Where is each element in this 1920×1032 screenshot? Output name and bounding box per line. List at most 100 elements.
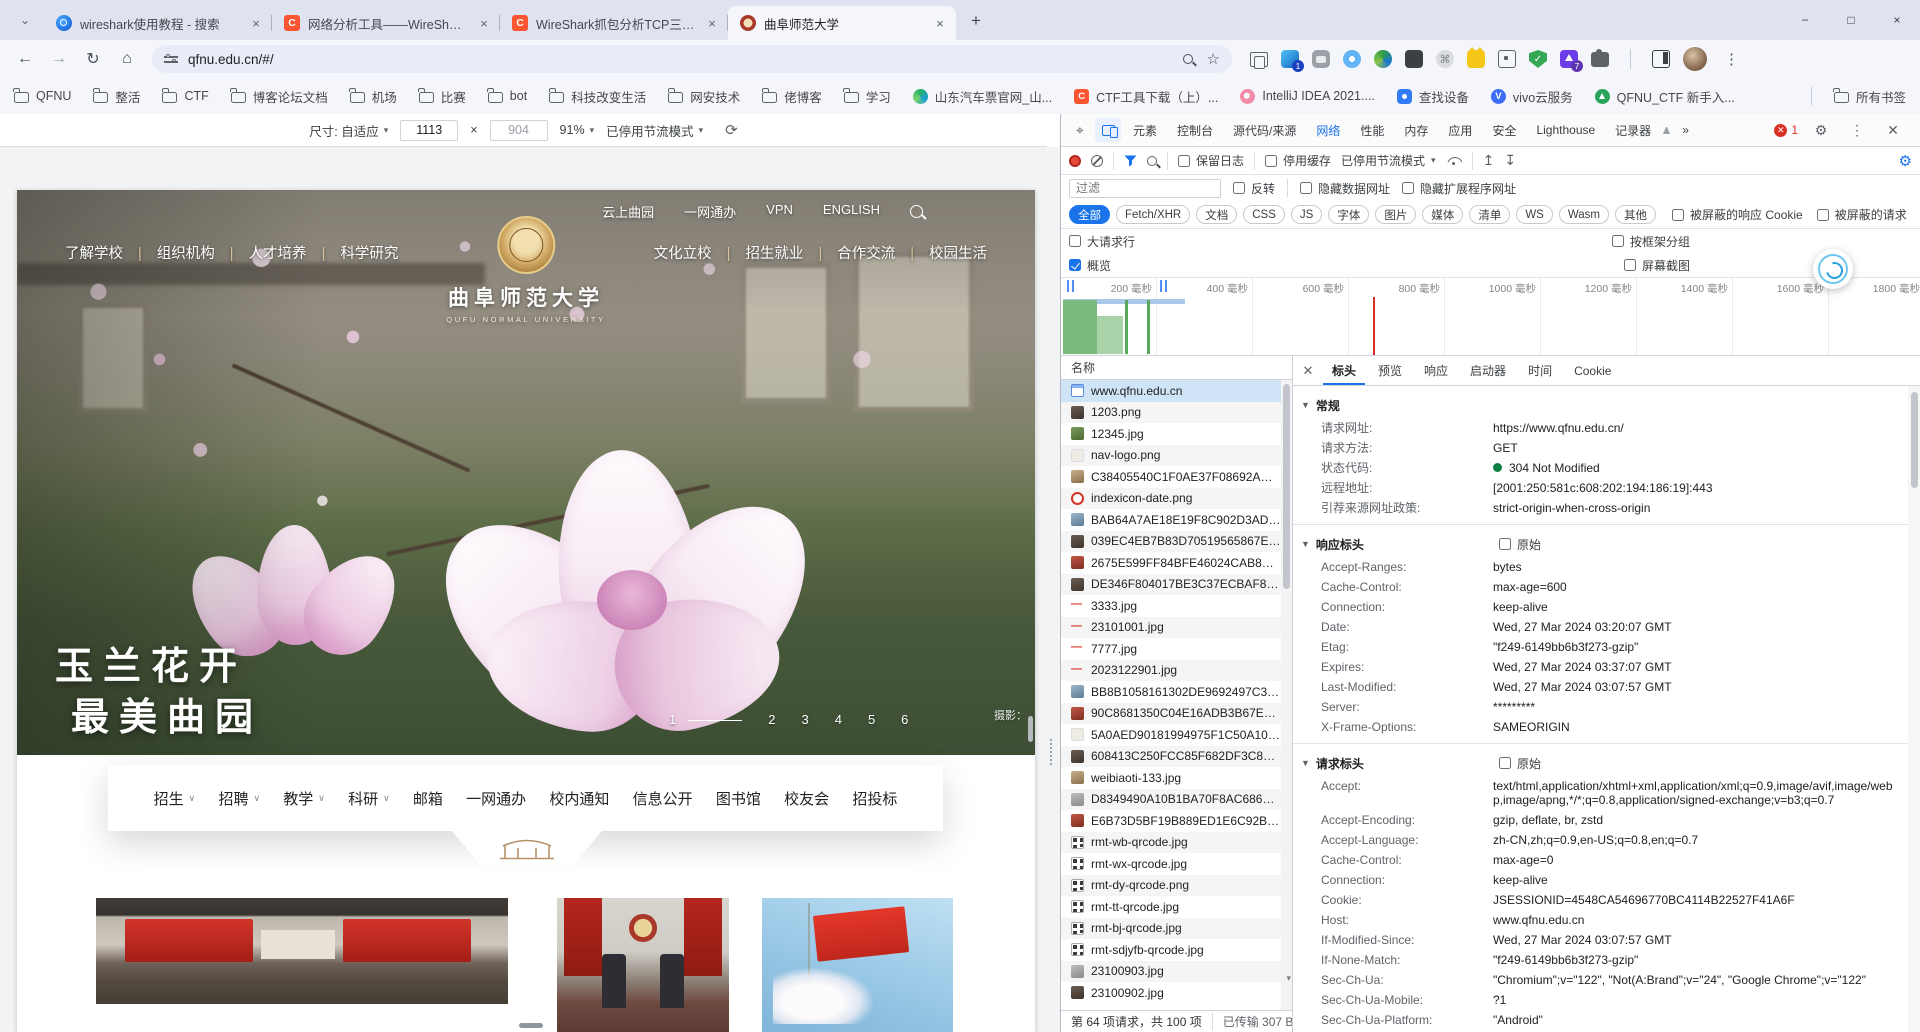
viewport-height-input[interactable]	[490, 120, 548, 141]
bookmark-item[interactable]: V vivo云服务	[1491, 87, 1573, 106]
table-row[interactable]: weibiaoti-133.jpg	[1061, 767, 1281, 789]
network-settings-gear-icon[interactable]: ⚙	[1899, 152, 1912, 170]
url-text[interactable]: qfnu.edu.cn/#/	[188, 52, 1173, 67]
request-type-chip[interactable]: Fetch/XHR	[1116, 205, 1190, 224]
site-menu-item[interactable]: 校内通知 ∨	[549, 788, 609, 809]
table-row[interactable]: BB8B1058161302DE9692497C381_...	[1061, 681, 1281, 703]
table-row[interactable]: rmt-sdjyfb-qrcode.jpg	[1061, 939, 1281, 961]
all-bookmarks-button[interactable]: 所有书签	[1834, 87, 1906, 106]
request-list-header[interactable]: 名称	[1061, 356, 1292, 380]
bookmark-item[interactable]: IntelliJ IDEA 2021....	[1240, 89, 1375, 104]
bookmark-item[interactable]: 科技改变生活	[549, 87, 646, 106]
blocked-filter-checkbox[interactable]: 被屏蔽的响应 Cookie	[1672, 206, 1803, 223]
detail-tab[interactable]: 响应	[1415, 356, 1457, 385]
table-row[interactable]: rmt-bj-qrcode.jpg	[1061, 918, 1281, 940]
nav-link[interactable]: 文化立校	[654, 242, 712, 263]
request-type-chip[interactable]: 媒体	[1422, 205, 1463, 224]
pagination-dot[interactable]: 1	[669, 712, 742, 727]
viewport-width-input[interactable]	[400, 120, 458, 141]
reload-button[interactable]: ↻	[78, 44, 108, 74]
network-conditions-icon[interactable]	[1446, 156, 1462, 166]
table-row[interactable]: C38405540C1F0AE37F08692ACCB_...	[1061, 466, 1281, 488]
devtools-settings-icon[interactable]: ⚙	[1808, 118, 1834, 142]
pagination-dot[interactable]: 5	[868, 712, 875, 727]
error-badge[interactable]: ✕ 1	[1774, 123, 1798, 137]
page-vertical-scrollbar[interactable]	[1028, 716, 1033, 742]
raw-toggle-checkbox[interactable]: 原始	[1499, 536, 1541, 553]
omnibox[interactable]: qfnu.edu.cn/#/ ☆	[152, 45, 1232, 73]
rotate-device-icon[interactable]: ⟳	[725, 121, 738, 139]
devtools-tab[interactable]: 内存	[1394, 114, 1438, 146]
bookmark-item[interactable]: QFNU	[14, 89, 71, 103]
scrollbar-thumb[interactable]	[1911, 392, 1918, 488]
page-horizontal-scrollbar[interactable]	[519, 1023, 543, 1028]
table-row[interactable]: 90C8681350C04E16ADB3B67E752_...	[1061, 703, 1281, 725]
adguard-shield-icon[interactable]: ✓	[1529, 50, 1547, 68]
import-har-icon[interactable]: ↥	[1483, 152, 1495, 169]
group-by-frame-checkbox[interactable]: 按框架分组	[1612, 233, 1690, 250]
university-logo[interactable]: 曲阜师范大学 QUFU NORMAL UNIVERSITY	[446, 216, 605, 324]
request-type-chip[interactable]: 文档	[1196, 205, 1237, 224]
devtools-tab[interactable]: 应用	[1438, 114, 1482, 146]
site-menu-item[interactable]: 信息公开 ∨	[633, 788, 693, 809]
screenshot-extension-icon[interactable]	[1498, 50, 1516, 68]
request-type-chip[interactable]: 字体	[1328, 205, 1369, 224]
browser-tab[interactable]: C WireShark抓包分析TCP三次握 ×	[500, 6, 728, 40]
tab-close-icon[interactable]: ×	[476, 15, 492, 31]
quick-link[interactable]: 一网通办	[684, 202, 736, 221]
command-extension-icon[interactable]: ⌘	[1436, 50, 1454, 68]
devtools-tab[interactable]: 记录器	[1605, 114, 1661, 146]
table-row[interactable]: rmt-wb-qrcode.jpg	[1061, 832, 1281, 854]
site-menu-item[interactable]: 邮箱 ∨	[413, 788, 443, 809]
request-type-chip[interactable]: CSS	[1243, 205, 1285, 224]
request-type-chip[interactable]: 图片	[1375, 205, 1416, 224]
request-type-chip[interactable]: 其他	[1615, 205, 1656, 224]
news-photo-conference[interactable]	[96, 898, 508, 1004]
network-search-icon[interactable]	[1147, 156, 1157, 166]
table-row[interactable]: indexicon-date.png	[1061, 488, 1281, 510]
network-overview-timeline[interactable]: 200 毫秒400 毫秒600 毫秒800 毫秒1000 毫秒1200 毫秒14…	[1061, 278, 1920, 356]
device-size-dropdown[interactable]: 尺寸: 自适应 ▾	[309, 121, 388, 140]
site-menu-item[interactable]: 图书馆 ∨	[716, 788, 761, 809]
table-row[interactable]: www.qfnu.edu.cn	[1061, 380, 1281, 402]
table-row[interactable]: 5A0AED90181994975F1C50A1027_...	[1061, 724, 1281, 746]
profile-avatar[interactable]	[1683, 47, 1707, 71]
clear-network-log-icon[interactable]	[1091, 155, 1103, 167]
request-type-chip[interactable]: JS	[1291, 205, 1322, 224]
hide-extension-urls-checkbox[interactable]: 隐藏扩展程序网址	[1402, 180, 1516, 197]
devtools-tab[interactable]: 网络	[1306, 114, 1350, 146]
browser-tab[interactable]: 曲阜师范大学 ×	[728, 6, 956, 40]
table-row[interactable]: D8349490A10B1BA70F8AC686FF2_...	[1061, 789, 1281, 811]
table-row[interactable]: 7777.jpg	[1061, 638, 1281, 660]
nav-link[interactable]: 合作交流	[803, 242, 895, 263]
pagination-dot[interactable]: 6	[901, 712, 908, 727]
nav-link[interactable]: 招生就业	[712, 242, 804, 263]
request-type-chip[interactable]: 全部	[1069, 205, 1110, 224]
floating-assistant-widget[interactable]	[1813, 249, 1853, 289]
table-row[interactable]: 2023122901.jpg	[1061, 660, 1281, 682]
site-menu-item[interactable]: 招投标 ∨	[852, 788, 897, 809]
devtools-tab[interactable]: Lighthouse	[1526, 114, 1605, 146]
blocked-filter-checkbox[interactable]: 被屏蔽的请求	[1817, 206, 1907, 223]
request-type-chip[interactable]: WS	[1516, 205, 1553, 224]
table-row[interactable]: 23100903.jpg	[1061, 961, 1281, 983]
new-tab-button[interactable]: +	[962, 7, 990, 35]
overview-checkbox[interactable]: 概览	[1069, 257, 1111, 274]
bookmark-item[interactable]: 比赛	[419, 87, 466, 106]
request-type-chip[interactable]: Wasm	[1559, 205, 1609, 224]
site-menu-item[interactable]: 教学 ∨	[283, 788, 325, 809]
table-row[interactable]: rmt-wx-qrcode.jpg	[1061, 853, 1281, 875]
site-menu-item[interactable]: 招生 ∨	[154, 788, 196, 809]
forward-button[interactable]: →	[44, 44, 74, 74]
site-menu-item[interactable]: 校友会 ∨	[784, 788, 829, 809]
request-list-scrollbar[interactable]: ▾	[1281, 380, 1292, 1010]
filter-funnel-icon[interactable]	[1124, 155, 1137, 167]
devtools-resize-handle[interactable]	[1050, 739, 1054, 765]
detail-tab[interactable]: 时间	[1519, 356, 1561, 385]
response-headers-section-header[interactable]: ▼ 响应标头 原始	[1293, 531, 1908, 557]
detail-tab[interactable]: 标头	[1323, 356, 1365, 385]
network-throttling-dropdown[interactable]: 已停用节流模式▾	[1341, 152, 1436, 169]
bookmark-item[interactable]: 学习	[844, 87, 891, 106]
request-headers-section-header[interactable]: ▼ 请求标头 原始	[1293, 750, 1908, 776]
browser-tab[interactable]: C 网络分析工具——WireShark的 ×	[272, 6, 500, 40]
